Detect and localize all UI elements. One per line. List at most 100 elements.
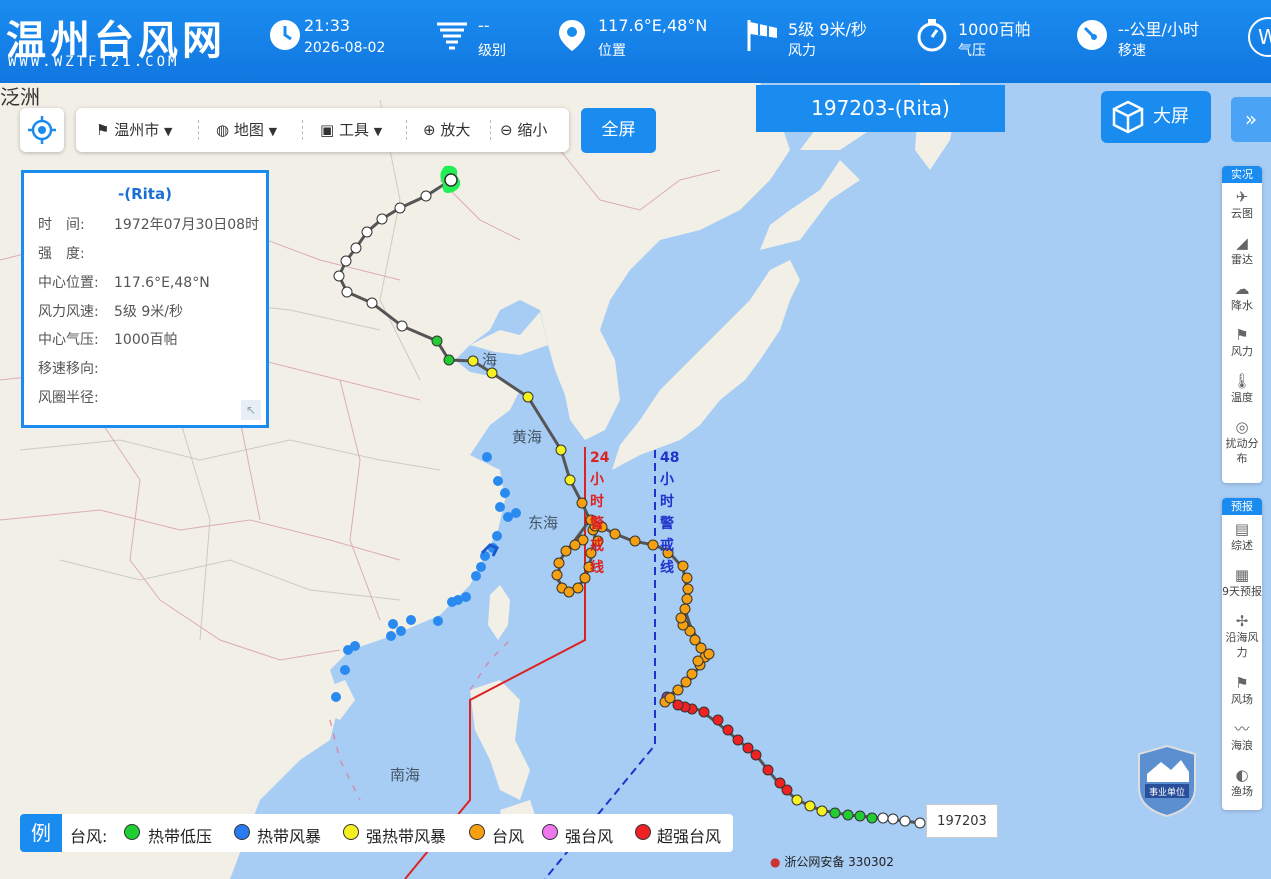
summary-icon: ▤ [1234,520,1250,538]
wind-flag-icon: ⚑ [1235,326,1249,344]
level-stat: -- 级别 [435,14,535,70]
sidebar-item-summary[interactable]: ▤ 综述 [1222,520,1262,553]
svg-text:时: 时 [660,493,674,510]
legend-dot-typhoon [469,824,485,840]
info-strength-row: 强 度: [38,246,85,262]
zoom-out-icon: ⊖ [500,121,513,139]
sidebar-item-rain[interactable]: ☁ 降水 [1222,280,1262,313]
bigscreen-button[interactable]: 大屏 [1101,91,1211,143]
forecast-doc-icon: ▦ [1234,566,1250,584]
stopwatch-icon [917,19,947,52]
pressure-stat: 1000百帕 气压 [915,14,1055,70]
speed-stat: --公里/小时 移速 [1075,14,1225,70]
coastal-wind-icon: ✢ [1235,612,1249,630]
sea-label-donghai: 东海 [528,514,558,532]
fullscreen-button[interactable]: 全屏 [581,108,656,153]
svg-text:警: 警 [660,515,674,532]
position-stat: 117.6°E,48°N 位置 [555,14,725,70]
tools-dropdown[interactable]: ▣ 工具 ▼ [320,108,382,152]
svg-text:线: 线 [660,559,674,576]
time-stat: 21:33 2026-08-02 [268,14,408,70]
svg-text:戒: 戒 [590,537,604,554]
legend-dot-storm [234,824,250,840]
info-wind-row: 风力风速: 5级 9米/秒 [38,304,183,320]
windsock-icon [747,20,777,51]
flag-icon: ⚑ [96,121,110,139]
info-time-row: 时 间: 1972年07月30日08时 [38,217,260,233]
typhoon-title-tab[interactable]: 197203-(Rita) [756,85,1005,132]
disturbance-icon: ◎ [1235,418,1249,436]
sidebar-item-fishery[interactable]: ◐ 渔场 [1222,766,1262,799]
zoom-in-icon: ⊕ [423,121,436,139]
sea-label-bohai: 海 [482,351,497,369]
sidebar-item-disturbance[interactable]: ◎ 扰动分布 [1222,418,1262,466]
info-pressure-row: 中心气压: 1000百帕 [38,332,178,348]
sidebar-forecast: 预报 ▤ 综述 ▦ 9天预报 ✢ 沿海风力 ⚑ 风场 〰海浪 ◐ 渔场 [1222,498,1262,810]
fishery-icon: ◐ [1235,766,1249,784]
sidebar-item-9day[interactable]: ▦ 9天预报 [1222,566,1262,599]
thermometer-icon: 🌡 [1232,372,1252,390]
legend-tag: 例 [20,814,62,852]
legend-dot-depression [124,824,140,840]
info-center-row: 中心位置: 117.6°E,48°N [38,275,210,291]
map-legend: 例 台风: 热带低压 热带风暴 强热带风暴 台风 强台风 超强台风 [20,814,733,852]
crosshair-icon [28,116,56,144]
svg-text:小: 小 [590,472,604,488]
sidebar-item-radar[interactable]: ◢ 雷达 [1222,234,1262,267]
typhoon-info-panel: -(Rita) 时 间: 1972年07月30日08时 强 度: 中心位置: 117… [21,170,269,428]
clock-icon [270,20,300,50]
legend-dot-super-typhoon [635,824,651,840]
speedometer-icon [1077,20,1107,50]
map-type-dropdown[interactable]: ◍ 地图 ▼ [216,108,277,152]
cube-icon [1112,100,1144,134]
satellite-icon: ✈ [1235,188,1249,206]
svg-text:警: 警 [590,515,604,532]
expand-arrow-icon[interactable]: ↖ [241,400,261,420]
site-header: 温州台风网 WWW.WZTF121.COM 21:33 2026-08-02 -… [0,0,1271,83]
sidebar-item-wind-field[interactable]: ⚑ 风场 [1222,674,1262,707]
chevron-down-icon: ▼ [373,125,383,138]
sea-label-huanghai: 黄海 [512,428,542,446]
wind-field-icon: ⚑ [1235,674,1249,692]
legend-dot-strong-typhoon [542,824,558,840]
sidebar-item-temperature[interactable]: 🌡 温度 [1222,372,1262,405]
svg-text:事业单位: 事业单位 [1149,786,1185,798]
typhoon-name: -(Rita) [118,185,172,203]
chevron-down-icon: ▼ [268,125,278,138]
sidebar-item-wave[interactable]: 〰海浪 [1222,720,1262,753]
site-url: WWW.WZTF121.COM [8,54,180,70]
collapse-panel-button[interactable]: » [1231,97,1271,142]
sidebar-item-coastal-wind[interactable]: ✢ 沿海风力 [1222,612,1262,660]
corner-place-label: 泛洲 [0,85,40,109]
map-toolbar: ⚑ 温州市 ▼ ◍ 地图 ▼ ▣ 工具 ▼ ⊕ 放大 ⊖ 缩小 [76,108,569,152]
sidebar-item-cloud[interactable]: ✈ 云图 [1222,188,1262,221]
zoom-in-button[interactable]: ⊕ 放大 [423,108,470,152]
svg-text:24: 24 [590,450,610,466]
legend-dot-severe-storm [343,824,359,840]
police-badge-icon: ● [770,855,781,869]
info-radius-row: 风圈半径: [38,390,99,406]
svg-text:线: 线 [590,559,604,576]
svg-text:时: 时 [590,493,604,510]
extra-menu-icon[interactable]: W [1248,17,1271,57]
police-record[interactable]: ● 浙公网安备 330302 [770,853,894,870]
chevron-down-icon: ▼ [164,125,173,138]
sea-label-nanhai: 南海 [390,766,420,784]
sidebar-item-wind[interactable]: ⚑ 风力 [1222,326,1262,359]
radar-icon: ◢ [1236,234,1248,252]
location-pin-icon [559,20,585,51]
city-dropdown[interactable]: ⚑ 温州市 ▼ [96,108,173,152]
svg-text:小: 小 [660,472,674,488]
globe-icon: ◍ [216,121,230,139]
info-move-row: 移速移向: [38,361,99,377]
public-institution-badge[interactable]: 事业单位 [1135,744,1199,818]
zoom-out-button[interactable]: ⊖ 缩小 [500,108,547,152]
svg-text:戒: 戒 [660,537,674,554]
typhoon-level-icon [437,22,467,50]
wave-icon: 〰 [1234,720,1250,738]
locate-button[interactable] [20,108,64,152]
rain-icon: ☁ [1234,280,1250,298]
track-end-label: 197203 [926,804,998,838]
toolbox-icon: ▣ [320,121,335,139]
wind-stat: 5级 9米/秒 风力 [745,14,895,70]
